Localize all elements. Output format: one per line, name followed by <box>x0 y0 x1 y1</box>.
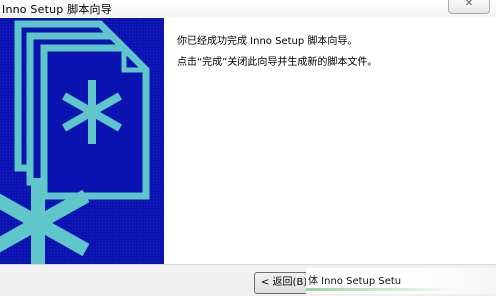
finish-instruction: 点击“完成”关闭此向导并生成新的脚本文件。 <box>177 57 378 68</box>
document-asterisk-icon <box>0 18 164 264</box>
wizard-window: Inno Setup 脚本向导 ✕ 你已经成功完成 Inno Setup 脚本向… <box>0 0 496 296</box>
taskbar-progress-bar <box>306 288 456 291</box>
wizard-content: 你已经成功完成 Inno Setup 脚本向导。 点击“完成”关闭此向导并生成新… <box>165 18 496 264</box>
taskbar-preview-label: 体 Inno Setup Setu <box>308 276 402 287</box>
close-button[interactable]: ✕ <box>448 0 490 14</box>
title-bar: Inno Setup 脚本向导 ✕ <box>0 0 496 17</box>
completion-message: 你已经成功完成 Inno Setup 脚本向导。 <box>177 36 358 47</box>
button-bar: < 返回(B) 体 Inno Setup Setu <box>0 264 496 296</box>
window-title: Inno Setup 脚本向导 <box>2 3 112 16</box>
wizard-sidebar-graphic <box>0 18 164 264</box>
close-icon: ✕ <box>464 0 474 9</box>
taskbar-preview-tooltip: 体 Inno Setup Setu <box>306 268 496 294</box>
back-button[interactable]: < 返回(B) <box>254 272 312 294</box>
